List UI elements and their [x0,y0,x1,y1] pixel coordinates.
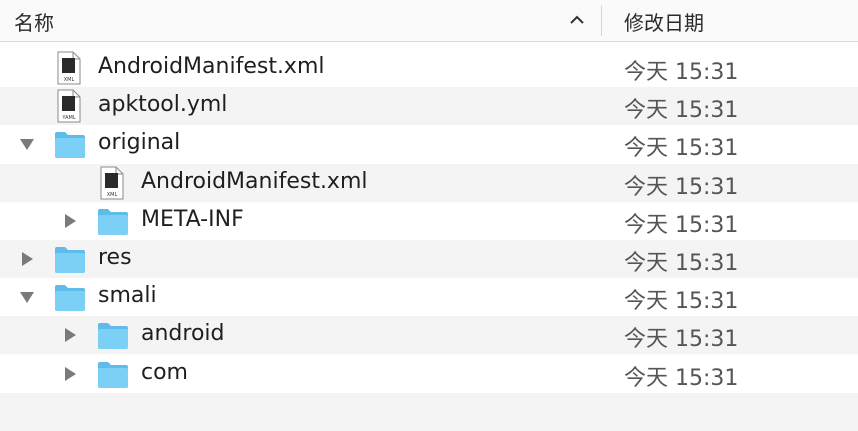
file-row[interactable]: android 今天 15:31 [0,316,858,355]
file-name[interactable]: apktool.yml [98,92,227,117]
file-row[interactable]: smali 今天 15:31 [0,278,858,316]
modified-date: 今天 15:31 [624,327,739,353]
column-separator[interactable] [601,6,602,36]
file-name[interactable]: smali [98,283,157,308]
disclosure-collapsed-icon[interactable] [20,252,34,266]
modified-date: 今天 15:31 [624,136,739,162]
empty-row [0,392,858,431]
file-row[interactable]: res 今天 15:31 [0,240,858,278]
disclosure-collapsed-icon[interactable] [63,213,77,228]
file-row[interactable]: XML AndroidManifest.xml 今天 15:31 [0,163,858,202]
modified-date: 今天 15:31 [624,98,739,124]
xml-file-icon: XML [57,51,81,85]
file-name[interactable]: com [141,360,188,385]
svg-text:XML: XML [107,192,118,198]
file-row[interactable]: original 今天 15:31 [0,125,858,163]
folder-icon [55,247,85,273]
modified-date: 今天 15:31 [624,365,739,391]
disclosure-expanded-icon[interactable] [20,137,34,151]
folder-icon [98,361,128,388]
disclosure-expanded-icon[interactable] [20,290,34,304]
file-name[interactable]: META-INF [141,207,244,232]
sort-ascending-icon[interactable] [567,13,587,27]
file-name[interactable]: res [98,245,132,270]
disclosure-collapsed-icon[interactable] [63,366,77,381]
date-column-header[interactable]: 修改日期 [624,7,704,36]
modified-date: 今天 15:31 [624,251,739,276]
svg-text:YAML: YAML [61,115,75,121]
folder-icon [98,208,128,235]
folder-icon [98,323,128,350]
file-name[interactable]: android [141,321,225,346]
modified-date: 今天 15:31 [624,289,739,315]
folder-icon [55,132,85,159]
modified-date: 今天 15:31 [624,212,739,238]
disclosure-collapsed-icon[interactable] [63,328,77,343]
file-row[interactable]: META-INF 今天 15:31 [0,202,858,240]
file-row[interactable]: YAML apktool.yml 今天 15:31 [0,87,858,126]
name-column-header[interactable]: 名称 [14,7,54,36]
file-row[interactable]: com 今天 15:31 [0,355,858,393]
svg-text:XML: XML [64,77,75,83]
modified-date: 今天 15:31 [624,174,739,200]
xml-file-icon: XML [100,166,124,200]
file-name[interactable]: AndroidManifest.xml [141,169,368,194]
modified-date: 今天 15:31 [624,60,739,85]
file-name[interactable]: original [98,130,180,155]
folder-icon [55,285,85,312]
column-header: 名称 修改日期 [0,0,858,42]
file-name[interactable]: AndroidManifest.xml [98,54,325,79]
yaml-file-icon: YAML [57,89,81,123]
file-row[interactable]: XML AndroidManifest.xml 今天 15:31 [0,49,858,87]
